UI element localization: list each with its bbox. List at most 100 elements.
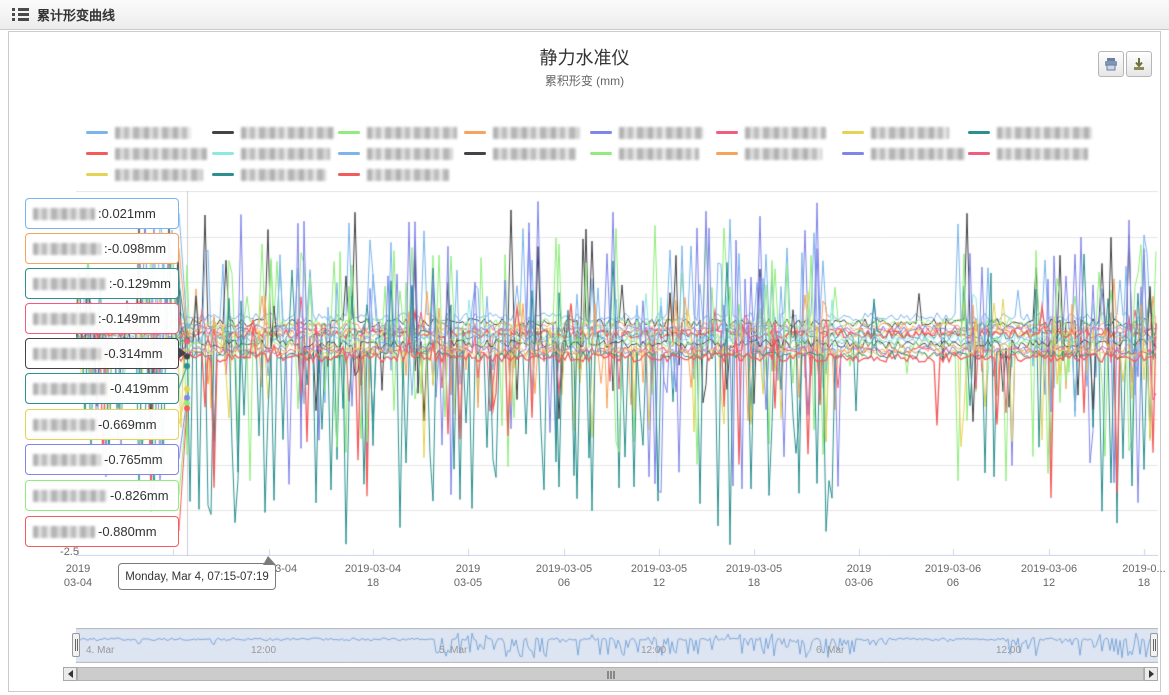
x-axis-tick-label: 201903-04	[64, 562, 92, 590]
legend-line-marker	[338, 173, 360, 176]
navigator-right-handle[interactable]	[1150, 633, 1158, 657]
chart-subtitle: 累积形变 (mm)	[9, 72, 1160, 89]
scrollbar-right-button[interactable]	[1144, 667, 1158, 681]
legend-label-redacted	[367, 148, 453, 160]
series-name-redacted	[33, 454, 101, 466]
legend-line-marker	[86, 131, 108, 134]
navigator-tick-label: 6. Mar	[816, 645, 844, 656]
legend-label-redacted	[493, 127, 580, 139]
legend-line-marker	[968, 131, 990, 134]
legend-line-marker	[842, 131, 864, 134]
series-value: -0.314mm	[104, 346, 163, 361]
series-tooltip: -0.669mm	[25, 409, 179, 440]
series-tooltip: -0.314mm	[25, 338, 179, 369]
scrollbar-left-button[interactable]	[63, 667, 77, 681]
x-axis-tick-label: 2019-0...18	[1122, 562, 1165, 590]
legend-item[interactable]	[716, 143, 842, 164]
time-tooltip-text: Monday, Mar 4, 07:15-07:19	[125, 571, 269, 583]
legend-label-redacted	[997, 148, 1088, 160]
legend-line-marker	[86, 173, 108, 176]
print-button[interactable]	[1098, 51, 1124, 77]
series-name-redacted	[33, 208, 95, 220]
legend-item[interactable]	[464, 122, 590, 143]
series-value: :-0.149mm	[98, 311, 160, 326]
series-value: -0.880mm	[98, 524, 157, 539]
series-tooltip: -0.765mm	[25, 444, 179, 475]
legend-item[interactable]	[968, 122, 1094, 143]
x-axis-tick-label: 2019-03-0612	[1021, 562, 1077, 590]
series-value: -0.826mm	[110, 488, 169, 503]
navigator-tick-label: 12:00	[251, 645, 276, 656]
legend-label-redacted	[115, 127, 191, 139]
series-name-redacted	[33, 243, 101, 255]
legend-item[interactable]	[338, 122, 464, 143]
legend-line-marker	[590, 152, 612, 155]
legend-label-redacted	[367, 169, 449, 181]
download-icon	[1132, 57, 1146, 71]
legend	[86, 122, 1112, 185]
legend-label-redacted	[997, 127, 1092, 139]
x-axis-tick-label: 2019-03-0518	[726, 562, 782, 590]
legend-item[interactable]	[86, 143, 212, 164]
legend-line-marker	[464, 131, 486, 134]
x-axis-tick-label: 2019-03-0418	[345, 562, 401, 590]
main-chart-plot[interactable]	[76, 191, 1158, 556]
navigator-tick-label: 4. Mar	[86, 645, 114, 656]
legend-label-redacted	[619, 127, 703, 139]
series-tooltip: -0.826mm	[25, 480, 179, 511]
legend-item[interactable]	[464, 143, 590, 164]
legend-item[interactable]	[590, 122, 716, 143]
legend-line-marker	[338, 152, 360, 155]
series-value: :-0.129mm	[109, 276, 171, 291]
series-name-redacted	[33, 313, 95, 325]
legend-line-marker	[338, 131, 360, 134]
list-icon[interactable]	[12, 8, 29, 21]
legend-item[interactable]	[842, 122, 968, 143]
legend-label-redacted	[745, 148, 822, 160]
series-name-redacted	[33, 526, 95, 538]
legend-item[interactable]	[590, 143, 716, 164]
navigator-tick-label: 5. Mar	[439, 645, 467, 656]
series-tooltip: :-0.129mm	[25, 268, 179, 299]
page-title: 累计形变曲线	[37, 5, 115, 24]
series-value: -0.669mm	[98, 417, 157, 432]
scrollbar-thumb[interactable]	[77, 667, 1144, 681]
legend-item[interactable]	[86, 122, 212, 143]
chart-title: 静力水准仪	[9, 44, 1160, 70]
legend-item[interactable]	[968, 143, 1094, 164]
legend-line-marker	[968, 152, 990, 155]
legend-item[interactable]	[716, 122, 842, 143]
legend-label-redacted	[745, 127, 826, 139]
series-tooltip: :-0.149mm	[25, 303, 179, 334]
legend-item[interactable]	[842, 143, 968, 164]
legend-item[interactable]	[338, 143, 464, 164]
series-tooltip: -0.419mm	[25, 373, 179, 404]
legend-line-marker	[842, 152, 864, 155]
x-axis-tick-label: 2019-03-0512	[631, 562, 687, 590]
series-name-redacted	[33, 490, 107, 502]
legend-label-redacted	[871, 127, 949, 139]
legend-label-redacted	[871, 148, 965, 160]
legend-line-marker	[212, 131, 234, 134]
series-value: :-0.098mm	[104, 241, 166, 256]
legend-label-redacted	[619, 148, 699, 160]
x-axis-tick-label: 201903-06	[845, 562, 873, 590]
navigator-left-handle[interactable]	[72, 633, 80, 657]
y-axis-label: -2.5	[35, 546, 79, 558]
legend-item[interactable]	[212, 164, 338, 185]
x-axis-tick-label: 2019-03-0606	[925, 562, 981, 590]
legend-line-marker	[716, 131, 738, 134]
navigator-tick-label: 12:00	[641, 645, 666, 656]
legend-item[interactable]	[86, 164, 212, 185]
legend-item[interactable]	[212, 122, 338, 143]
chart-card: 静力水准仪 累积形变 (mm) -2.5 201903-04 2019-03-04…	[8, 31, 1161, 692]
series-name-redacted	[33, 348, 101, 360]
printer-icon	[1104, 57, 1118, 71]
legend-item[interactable]	[338, 164, 464, 185]
series-value: -0.765mm	[104, 452, 163, 467]
download-button[interactable]	[1126, 51, 1152, 77]
series-tooltip: :0.021mm	[25, 198, 179, 229]
series-name-redacted	[33, 419, 95, 431]
legend-line-marker	[86, 152, 108, 155]
legend-item[interactable]	[212, 143, 338, 164]
